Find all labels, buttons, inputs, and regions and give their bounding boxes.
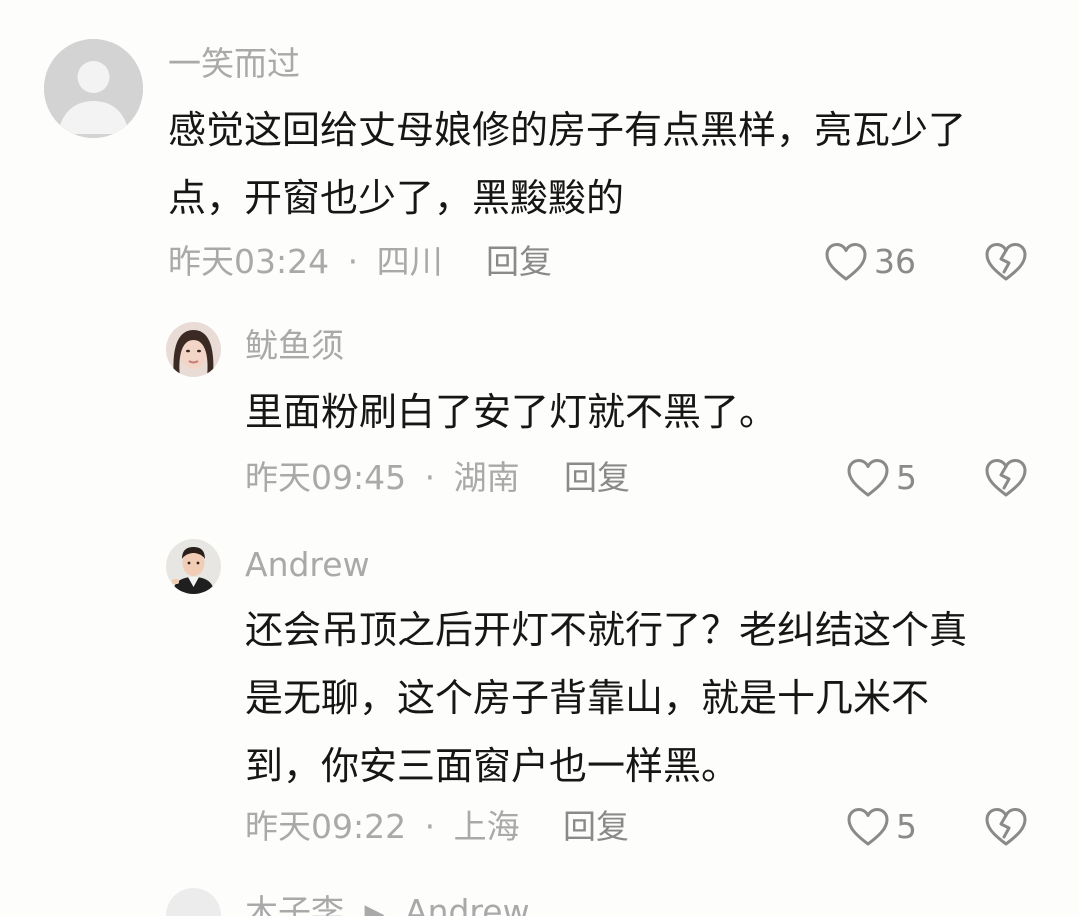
comment-4: 木子李 ▶ Andrew bbox=[0, 0, 1079, 916]
reply-arrow-icon: ▶ bbox=[364, 898, 385, 916]
username-with-reply-target: 木子李 ▶ Andrew bbox=[245, 892, 530, 916]
reply-target-username[interactable]: Andrew bbox=[405, 892, 530, 916]
comment-thread: 一笑而过 感觉这回给丈母娘修的房子有点黑样，亮瓦少了 点，开窗也少了，黑黢黢的 … bbox=[0, 0, 1079, 916]
avatar[interactable] bbox=[166, 888, 221, 916]
profile-photo-partial bbox=[166, 888, 221, 916]
username[interactable]: 木子李 bbox=[245, 892, 344, 916]
